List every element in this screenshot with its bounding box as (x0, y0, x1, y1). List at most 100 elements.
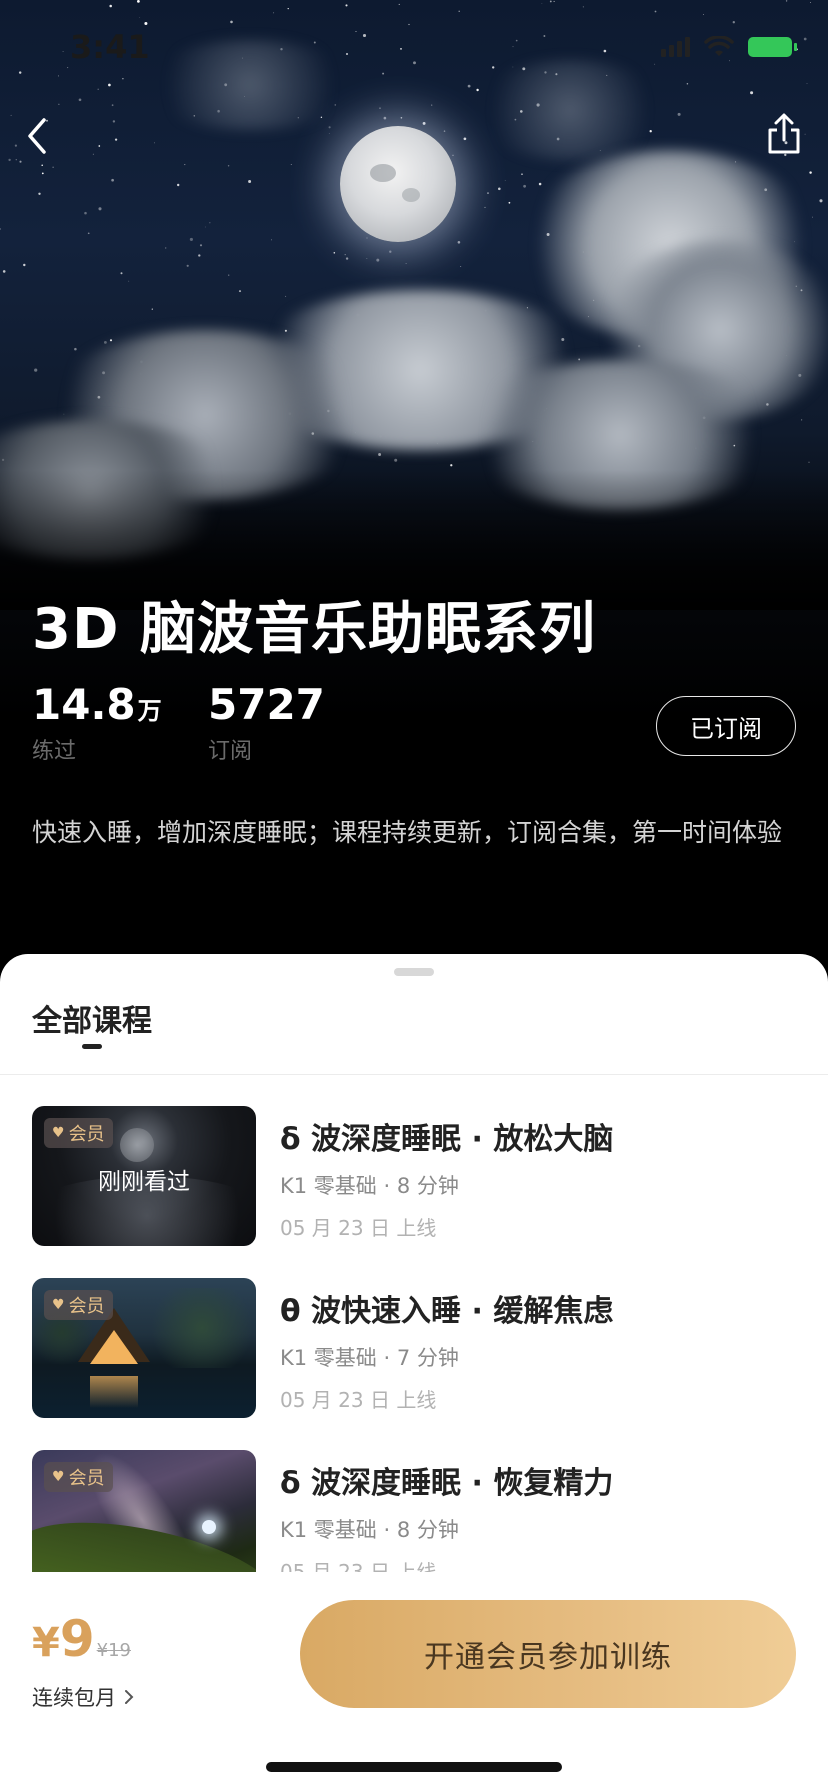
course-item[interactable]: ♥ 会员 δ 波深度睡眠 · 恢复精力 K1 零基础 · 8 分钟 05 月 23… (32, 1450, 798, 1572)
star (422, 121, 426, 125)
star (484, 206, 486, 208)
star (227, 165, 230, 167)
star (15, 159, 17, 161)
star (457, 241, 461, 244)
star (460, 266, 462, 268)
star (405, 263, 407, 265)
course-thumbnail: ♥ 会员 刚刚看过 (32, 1106, 256, 1246)
subscribers-value: 5727 (208, 680, 325, 729)
tab-indicator (82, 1044, 102, 1049)
practiced-stat: 14.8万 练过 (32, 680, 162, 765)
star (487, 192, 489, 194)
star (186, 264, 189, 267)
course-title: δ 波深度睡眠 · 放松大脑 (280, 1122, 614, 1157)
star (58, 103, 60, 105)
star (285, 295, 287, 297)
star (34, 368, 38, 372)
join-membership-button[interactable]: 开通会员参加训练 (300, 1600, 796, 1708)
star (808, 461, 810, 463)
star (508, 201, 511, 204)
purchase-bar: ¥ 9 ¥19 连续包月 开通会员参加训练 (0, 1584, 828, 1792)
star (450, 464, 453, 467)
vip-heart-icon: ♥ (52, 1125, 65, 1141)
star (504, 180, 506, 182)
course-date: 05 月 23 日 上线 (280, 1560, 437, 1572)
star (189, 237, 193, 241)
share-icon[interactable] (764, 112, 804, 156)
course-title: δ 波深度睡眠 · 恢复精力 (280, 1466, 614, 1501)
tab-all-courses[interactable]: 全部课程 (32, 996, 152, 1040)
price-currency: ¥ (32, 1620, 60, 1666)
subscribed-button[interactable]: 已订阅 (656, 696, 796, 756)
vip-badge: ♥ 会员 (44, 1462, 113, 1492)
course-item[interactable]: ♥ 会员 刚刚看过 δ 波深度睡眠 · 放松大脑 K1 零基础 · 8 分钟 05… (32, 1106, 798, 1246)
subscribers-label: 订阅 (208, 739, 253, 764)
sheet-drag-handle[interactable] (394, 968, 434, 976)
practiced-unit: 万 (137, 697, 162, 725)
practiced-value: 14.8 (32, 680, 136, 729)
star (23, 263, 26, 267)
star (379, 107, 381, 109)
star (376, 258, 380, 262)
star (228, 274, 230, 276)
star (0, 228, 1, 230)
star (74, 347, 77, 351)
star (92, 153, 94, 155)
star (443, 130, 446, 132)
star (111, 104, 114, 107)
course-meta: K1 零基础 · 7 分钟 (280, 1346, 459, 1370)
price: ¥ 9 ¥19 (32, 1610, 131, 1668)
star (204, 226, 206, 228)
star (452, 154, 454, 156)
star (238, 290, 242, 293)
star (120, 272, 123, 275)
vip-badge: ♥ 会员 (44, 1290, 113, 1320)
star (177, 183, 180, 187)
star (809, 171, 812, 174)
home-indicator (266, 1762, 562, 1772)
price-amount: 9 (59, 1610, 95, 1668)
star (328, 133, 330, 134)
star (523, 184, 526, 188)
star (10, 114, 12, 116)
signal-icon (661, 37, 690, 57)
star (112, 120, 116, 123)
star (84, 211, 87, 215)
course-item[interactable]: ♥ 会员 θ 波快速入睡 · 缓解焦虑 K1 零基础 · 7 分钟 05 月 23… (32, 1278, 798, 1418)
star (41, 172, 44, 175)
star (103, 340, 107, 344)
course-title: θ 波快速入睡 · 缓解焦虑 (280, 1294, 614, 1329)
course-meta: K1 零基础 · 8 分钟 (280, 1518, 459, 1542)
course-meta: K1 零基础 · 8 分钟 (280, 1174, 459, 1198)
star (366, 237, 368, 239)
star (198, 254, 201, 257)
star (78, 98, 82, 102)
star (128, 280, 130, 282)
course-thumbnail: ♥ 会员 (32, 1450, 256, 1572)
star (463, 137, 467, 141)
practiced-label: 练过 (32, 739, 77, 764)
star (52, 166, 54, 168)
course-thumbnail: ♥ 会员 (32, 1278, 256, 1418)
star (383, 116, 387, 120)
star (2, 270, 6, 273)
star (804, 133, 806, 135)
album-title: 3D 脑波音乐助眠系列 (32, 597, 596, 662)
star (333, 252, 336, 254)
star (41, 164, 43, 167)
star (87, 232, 90, 235)
star (8, 158, 11, 162)
star (153, 142, 155, 144)
back-icon[interactable] (22, 116, 52, 156)
star (114, 138, 118, 141)
star (819, 199, 823, 203)
star (248, 180, 252, 183)
star (328, 126, 331, 129)
star (538, 182, 542, 186)
plan-selector[interactable]: 连续包月 (32, 1682, 134, 1712)
vip-heart-icon: ♥ (52, 1297, 65, 1313)
album-description: 快速入睡，增加深度睡眠；课程持续更新，订阅合集，第一时间体验 (32, 818, 783, 847)
star (344, 253, 346, 256)
star (14, 144, 17, 147)
star (389, 250, 392, 253)
